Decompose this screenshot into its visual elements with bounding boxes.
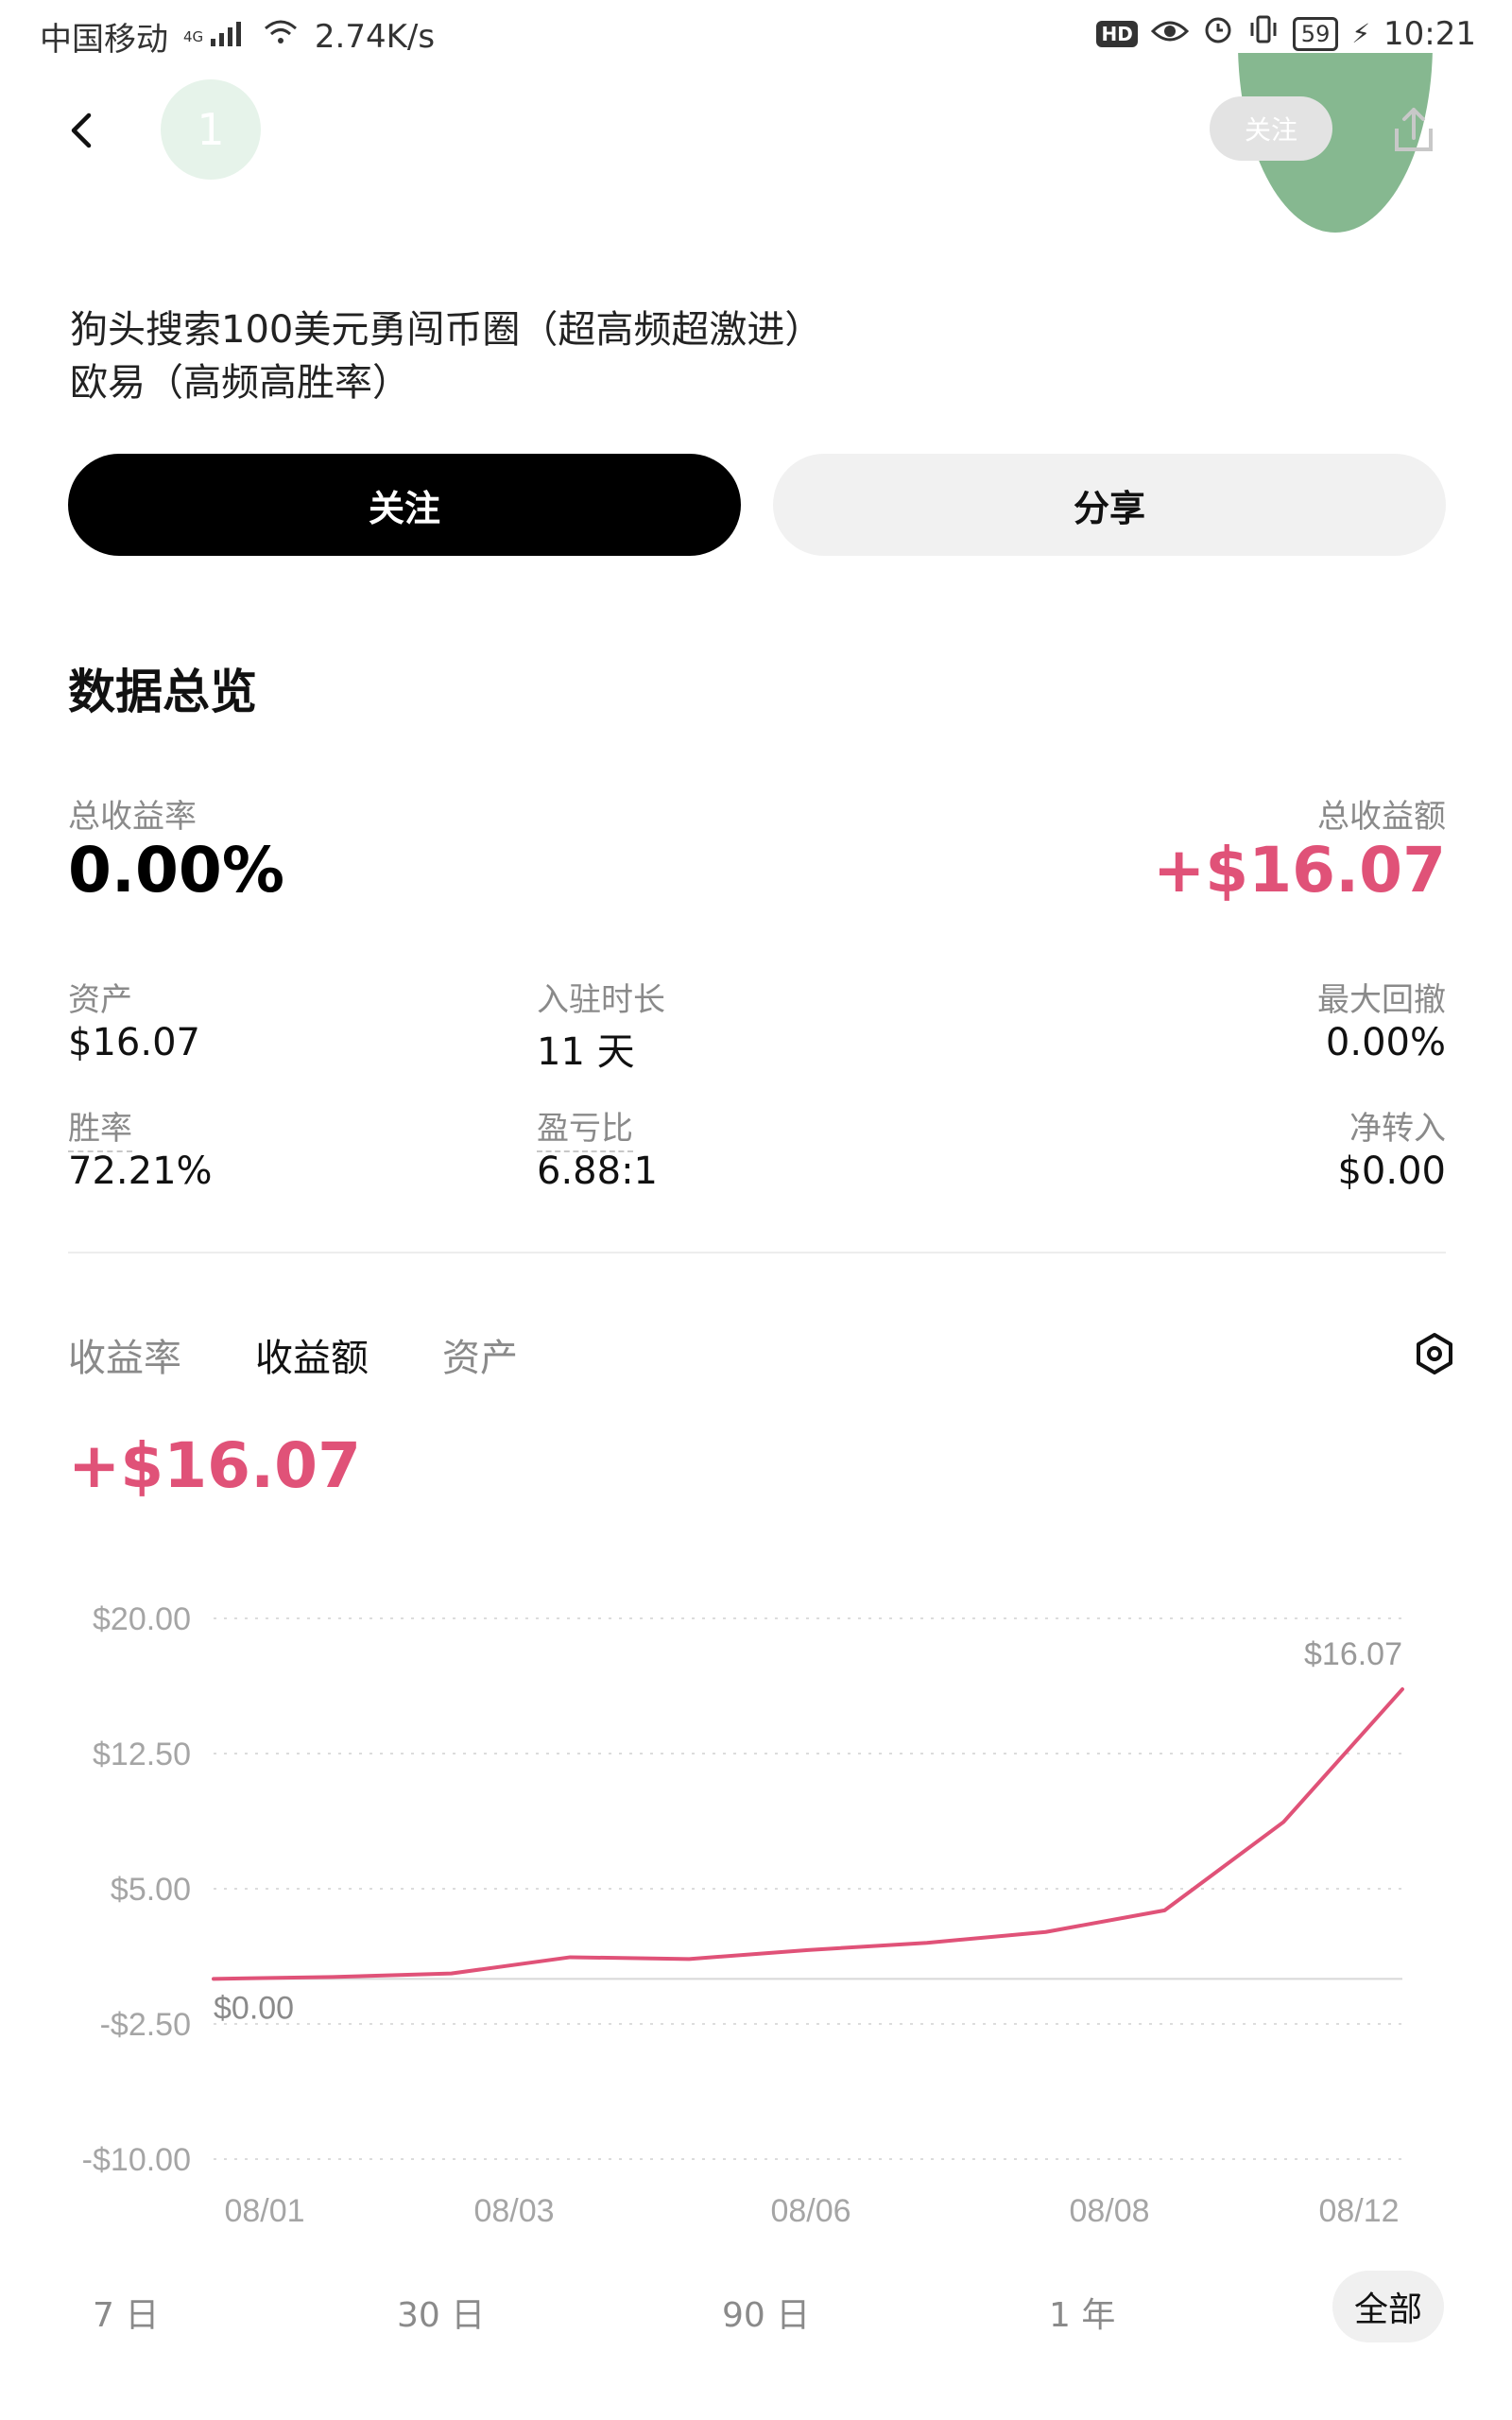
charging-icon: ⚡ bbox=[1351, 18, 1371, 49]
y-tick-label: $12.50 bbox=[93, 1737, 191, 1772]
x-tick-label: 08/06 bbox=[770, 2193, 850, 2229]
section-title: 数据总览 bbox=[68, 665, 257, 719]
total-return-amount-value: +$16.07 bbox=[1153, 834, 1446, 907]
total-return-rate-label: 总收益率 bbox=[68, 798, 197, 836]
share-button[interactable] bbox=[1383, 100, 1444, 161]
total-return-amount-label: 总收益额 bbox=[1317, 798, 1446, 836]
network-speed: 2.74K/s bbox=[314, 17, 436, 56]
profit-chart: $20.00 $12.50 $5.00 -$2.50 -$10.00 $16.07 $0.0… bbox=[82, 1601, 1404, 2229]
back-button[interactable] bbox=[57, 104, 110, 157]
stat-label-profit-loss-ratio[interactable]: 盈亏比 bbox=[537, 1102, 633, 1152]
range-1y[interactable]: 1 年 bbox=[1049, 2288, 1115, 2337]
clock: 10:21 bbox=[1383, 14, 1476, 53]
stat-value-tenure: 11 天 bbox=[537, 1030, 635, 1074]
signal-icon: 4G bbox=[183, 20, 247, 53]
follow-button[interactable]: 关注 bbox=[68, 454, 741, 556]
settings-hexagon-icon bbox=[1417, 1333, 1452, 1374]
share-main-button[interactable]: 分享 bbox=[773, 454, 1446, 556]
tab-assets[interactable]: 资产 bbox=[442, 1327, 518, 1382]
range-90d[interactable]: 90 日 bbox=[722, 2288, 810, 2337]
avatar-text: 1 bbox=[197, 104, 225, 155]
status-bar-left: 中国移动 4G 2.74K/s bbox=[40, 13, 435, 60]
stat-value-profit-loss-ratio: 6.88:1 bbox=[537, 1150, 658, 1193]
vibrate-icon bbox=[1247, 13, 1280, 54]
x-tick-label: 08/08 bbox=[1069, 2193, 1149, 2229]
range-30d[interactable]: 30 日 bbox=[397, 2288, 485, 2337]
stat-label-tenure: 入驻时长 bbox=[537, 981, 665, 1019]
follow-small-button[interactable]: 关注 bbox=[1210, 96, 1332, 161]
eye-icon bbox=[1150, 15, 1189, 53]
x-tick-label: 08/01 bbox=[224, 2193, 304, 2229]
range-7d[interactable]: 7 日 bbox=[93, 2288, 159, 2337]
stat-value-assets: $16.07 bbox=[68, 1021, 200, 1064]
range-all[interactable]: 全部 bbox=[1332, 2271, 1444, 2342]
stat-label-win-rate[interactable]: 胜率 bbox=[68, 1102, 132, 1152]
stat-value-max-drawdown: 0.00% bbox=[1325, 1021, 1446, 1064]
tab-return-rate[interactable]: 收益率 bbox=[68, 1327, 181, 1382]
stat-label-assets: 资产 bbox=[68, 981, 132, 1019]
wifi-icon bbox=[262, 18, 300, 56]
start-value-label: $0.00 bbox=[214, 1990, 294, 2026]
share-icon bbox=[1395, 108, 1433, 151]
stat-label-net-transfer: 净转入 bbox=[1349, 1110, 1446, 1148]
x-tick-label: 08/03 bbox=[473, 2193, 554, 2229]
series-line bbox=[212, 1686, 1404, 1981]
hd-icon: HD bbox=[1096, 20, 1138, 47]
y-tick-label: -$2.50 bbox=[100, 2007, 191, 2043]
avatar[interactable]: 1 bbox=[161, 79, 261, 180]
battery-icon: 59 bbox=[1292, 16, 1339, 51]
divider bbox=[68, 1252, 1446, 1253]
x-tick-label: 08/12 bbox=[1318, 2193, 1399, 2229]
profile-title-line2: 欧易（高频高胜率） bbox=[70, 361, 410, 405]
chevron-left-icon bbox=[71, 112, 92, 148]
y-tick-label: -$10.00 bbox=[82, 2142, 191, 2178]
profile-title-line1: 狗头搜索100美元勇闯币圈（超高频超激进） bbox=[70, 308, 823, 352]
chart-settings-button[interactable] bbox=[1412, 1331, 1457, 1376]
total-return-rate-value: 0.00% bbox=[68, 834, 284, 907]
status-bar-right: HD 59 ⚡ 10:21 bbox=[1096, 13, 1476, 54]
alarm-icon bbox=[1202, 13, 1234, 54]
y-tick-label: $5.00 bbox=[111, 1872, 191, 1908]
stat-value-net-transfer: $0.00 bbox=[1337, 1150, 1446, 1193]
carrier-label: 中国移动 bbox=[40, 21, 168, 59]
stat-value-win-rate: 72.21% bbox=[68, 1150, 213, 1193]
end-value-label: $16.07 bbox=[1304, 1636, 1402, 1672]
stat-label-max-drawdown: 最大回撤 bbox=[1317, 981, 1446, 1019]
y-tick-label: $20.00 bbox=[93, 1601, 191, 1637]
chart-current-value: +$16.07 bbox=[68, 1429, 361, 1502]
tab-return-amount[interactable]: 收益额 bbox=[255, 1327, 369, 1382]
